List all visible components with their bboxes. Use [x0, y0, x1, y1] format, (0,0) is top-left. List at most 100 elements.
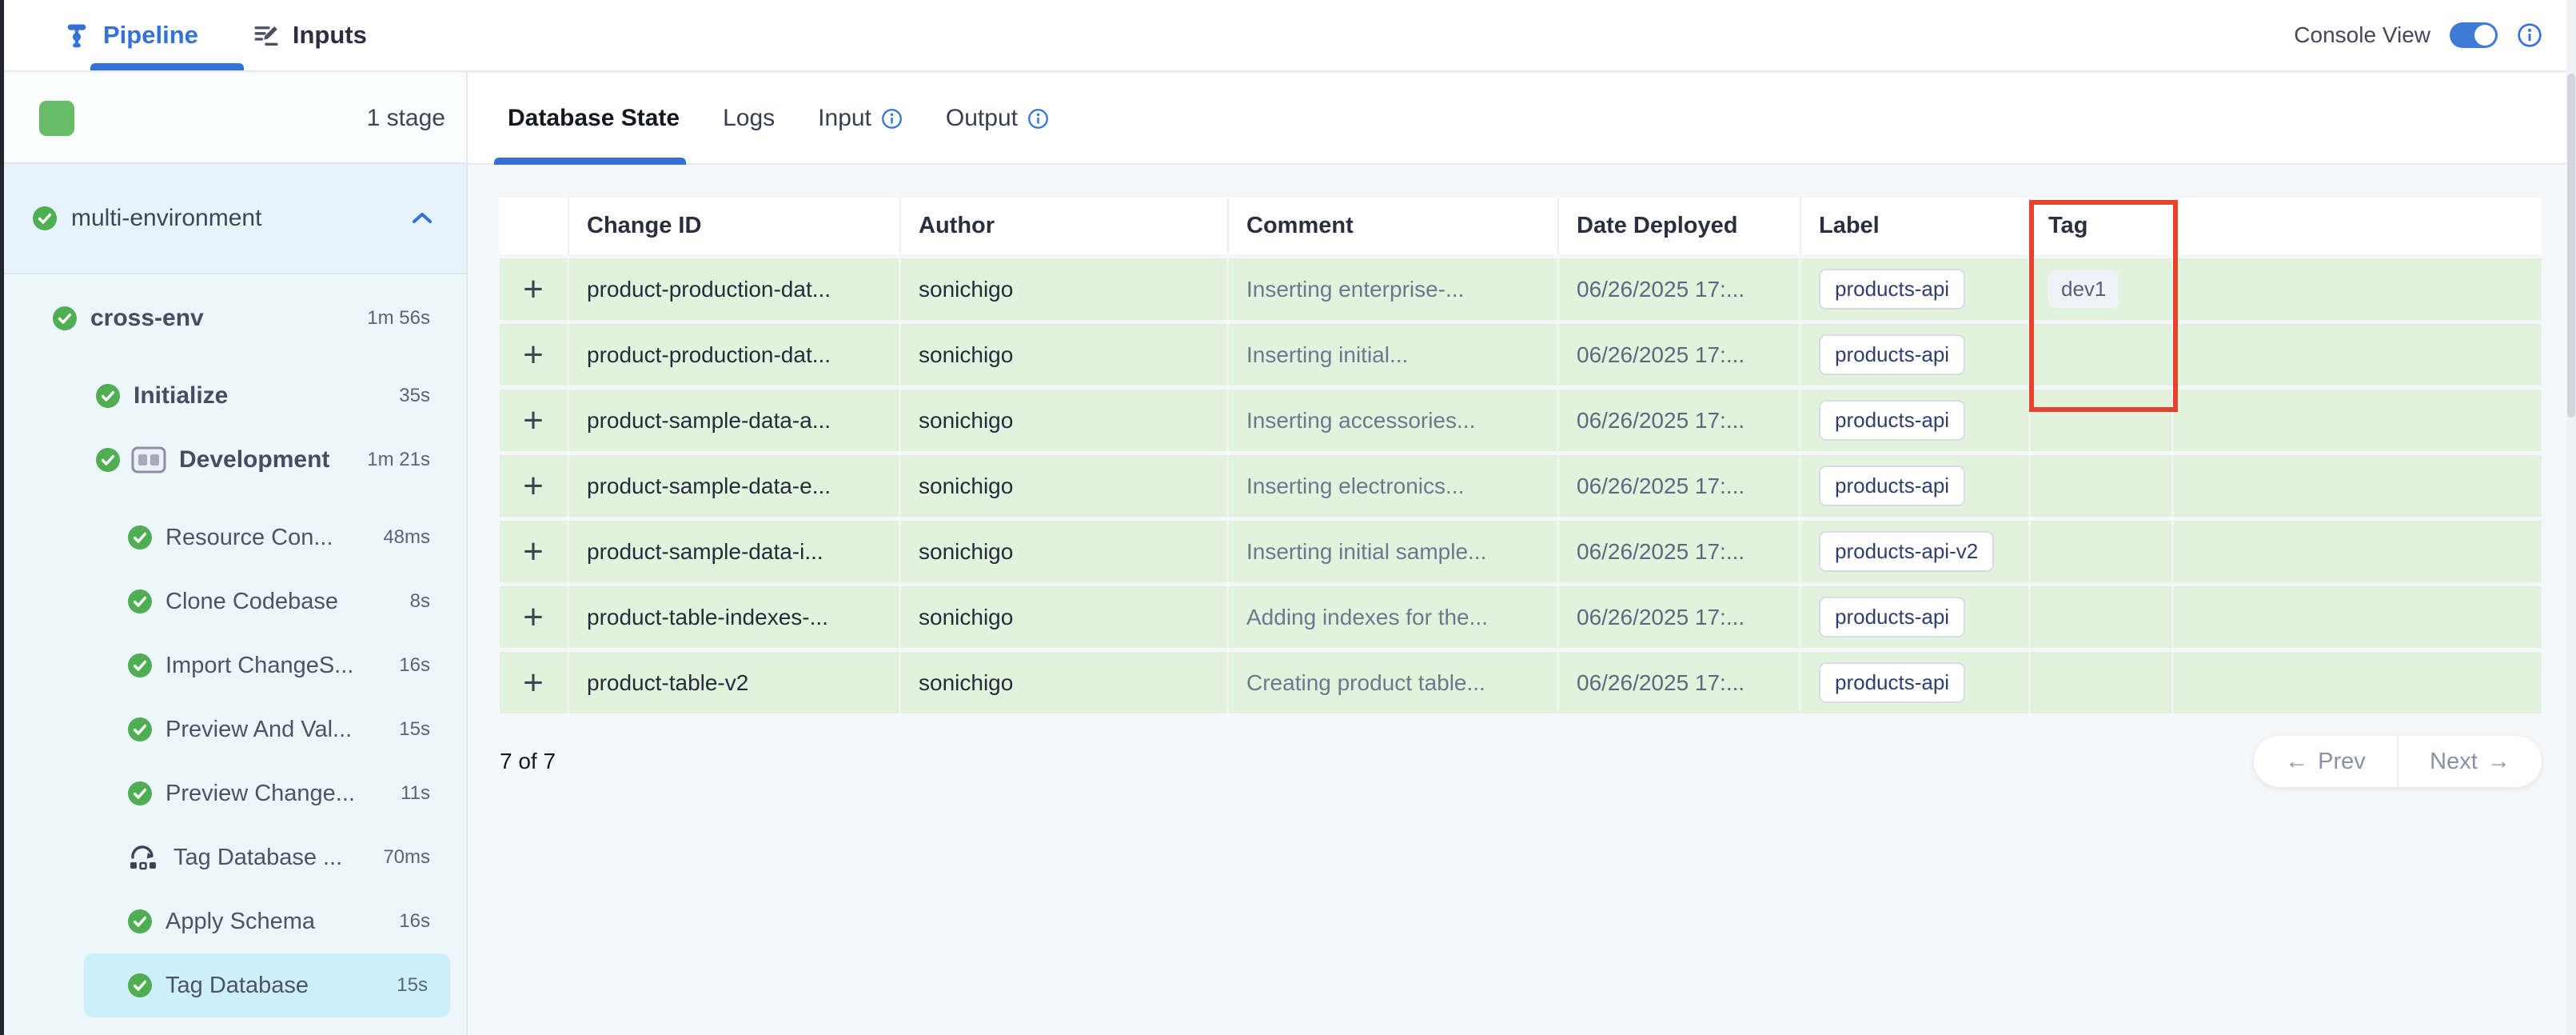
change-id: product-production-dat... — [587, 342, 831, 368]
pagination-controls: ← Prev Next → — [2254, 736, 2542, 787]
author: sonichigo — [919, 670, 1013, 696]
column-header-tag: Tag — [2031, 198, 2174, 254]
loop-step-icon — [128, 843, 160, 872]
expand-row-button[interactable]: + — [523, 272, 544, 307]
author: sonichigo — [919, 342, 1013, 368]
tab-input-label: Input — [818, 105, 871, 132]
expand-row-button[interactable]: + — [523, 469, 544, 504]
table-row[interactable]: + product-sample-data-e... sonichigo Ins… — [500, 455, 2542, 517]
table-row[interactable]: + product-sample-data-i... sonichigo Ins… — [500, 521, 2542, 582]
info-icon[interactable] — [2517, 22, 2542, 48]
right-arrow-icon: → — [2487, 749, 2510, 775]
column-header-label: Label — [1801, 198, 2031, 254]
info-icon[interactable] — [881, 108, 903, 130]
console-view-toggle[interactable] — [2450, 22, 2498, 48]
table-row[interactable]: + product-table-indexes-... sonichigo Ad… — [500, 586, 2542, 648]
next-page-button[interactable]: Next → — [2399, 736, 2542, 787]
table-row[interactable]: + product-table-v2 sonichigo Creating pr… — [500, 652, 2542, 713]
scrollbar-thumb[interactable] — [2567, 74, 2575, 418]
step-label: Preview Change... — [165, 781, 355, 807]
tab-logs-label: Logs — [723, 105, 775, 132]
step-duration: 1m 21s — [367, 449, 430, 471]
tab-logs[interactable]: Logs — [721, 105, 776, 132]
step-duration: 8s — [410, 590, 430, 613]
table-row[interactable]: + product-production-dat... sonichigo In… — [500, 324, 2542, 386]
label-badge: products-api — [1819, 400, 1965, 441]
table-row[interactable]: + product-sample-data-a... sonichigo Ins… — [500, 390, 2542, 451]
column-header-spacer — [2174, 198, 2542, 254]
stage-count: 1 stage — [367, 105, 445, 132]
window-left-edge — [0, 0, 4, 1035]
step-initialize[interactable]: Initialize 35s — [4, 364, 466, 428]
change-id: product-sample-data-e... — [587, 474, 831, 499]
step-duration: 48ms — [383, 526, 430, 549]
tab-pipeline[interactable]: Pipeline — [54, 0, 208, 70]
tab-input[interactable]: Input — [816, 105, 904, 132]
expand-column-header — [500, 198, 569, 254]
change-id: product-sample-data-i... — [587, 539, 823, 565]
step-cross-env[interactable]: cross-env 1m 56s — [4, 286, 466, 350]
step-resource-constraint[interactable]: Resource Con... 48ms — [4, 506, 466, 569]
step-label: Import ChangeS... — [165, 653, 353, 679]
vertical-scrollbar[interactable] — [2566, 0, 2576, 1035]
main-panel: Database State Logs Input Output Change … — [468, 74, 2566, 1035]
label-badge: products-api — [1819, 269, 1965, 310]
table-footer: 7 of 7 ← Prev Next → — [500, 736, 2542, 787]
success-check-icon — [128, 973, 152, 997]
stage-header: 1 stage — [4, 74, 466, 164]
comment: Inserting accessories... — [1246, 408, 1475, 434]
step-tag-database-selected[interactable]: Tag Database 15s — [84, 953, 450, 1017]
success-check-icon — [128, 653, 152, 677]
success-check-icon — [96, 448, 120, 472]
step-clone-codebase[interactable]: Clone Codebase 8s — [4, 569, 466, 633]
expand-row-button[interactable]: + — [523, 600, 544, 635]
execution-sidebar: 1 stage multi-environment cross-env 1m 5… — [4, 74, 466, 1035]
inputs-icon — [253, 22, 280, 49]
step-development[interactable]: Development 1m 21s — [4, 428, 466, 492]
info-icon[interactable] — [1027, 108, 1049, 130]
step-preview-changes[interactable]: Preview Change... 11s — [4, 761, 466, 825]
expand-row-button[interactable]: + — [523, 534, 544, 569]
step-tag-database-group[interactable]: Tag Database ... 70ms — [4, 825, 466, 889]
tab-inputs-label: Inputs — [293, 21, 367, 50]
chevron-up-icon[interactable] — [409, 209, 436, 228]
step-import-changesets[interactable]: Import ChangeS... 16s — [4, 633, 466, 697]
step-label: Resource Con... — [165, 525, 333, 551]
tab-database-state[interactable]: Database State — [506, 105, 681, 132]
top-bar: Pipeline Inputs Console View — [4, 0, 2566, 72]
tab-output[interactable]: Output — [944, 105, 1051, 132]
change-id: product-production-dat... — [587, 277, 831, 302]
step-label: Preview And Val... — [165, 717, 352, 743]
date-deployed: 06/26/2025 17:... — [1577, 277, 1745, 302]
step-duration: 15s — [399, 718, 430, 741]
tab-output-label: Output — [946, 105, 1018, 132]
tab-inputs[interactable]: Inputs — [243, 0, 377, 70]
column-header-change-id: Change ID — [569, 198, 901, 254]
expand-row-button[interactable]: + — [523, 403, 544, 438]
prev-page-button[interactable]: ← Prev — [2254, 736, 2397, 787]
table-row[interactable]: + product-production-dat... sonichigo In… — [500, 258, 2542, 320]
stage-row-multi-environment[interactable]: multi-environment — [4, 164, 466, 274]
expand-row-button[interactable]: + — [523, 665, 544, 701]
tab-pipeline-label: Pipeline — [103, 21, 198, 50]
author: sonichigo — [919, 474, 1013, 499]
step-preview-and-validate[interactable]: Preview And Val... 15s — [4, 697, 466, 761]
active-tab-underline — [494, 158, 686, 165]
prev-label: Prev — [2318, 749, 2366, 775]
success-check-icon — [128, 781, 152, 805]
step-label: Initialize — [134, 382, 228, 410]
top-bar-right: Console View — [2294, 22, 2542, 48]
step-apply-schema[interactable]: Apply Schema 16s — [4, 889, 466, 953]
comment: Inserting enterprise-... — [1246, 277, 1464, 302]
database-state-table: Change ID Author Comment Date Deployed L… — [500, 198, 2542, 713]
expand-row-button[interactable]: + — [523, 338, 544, 373]
date-deployed: 06/26/2025 17:... — [1577, 605, 1745, 630]
author: sonichigo — [919, 277, 1013, 302]
step-label: Tag Database ... — [173, 845, 342, 871]
step-duration: 1m 56s — [367, 307, 430, 330]
console-view-label: Console View — [2294, 22, 2430, 48]
step-label: Tag Database — [165, 973, 309, 999]
active-tab-underline — [90, 63, 244, 70]
step-label: Development — [179, 446, 329, 474]
date-deployed: 06/26/2025 17:... — [1577, 474, 1745, 499]
